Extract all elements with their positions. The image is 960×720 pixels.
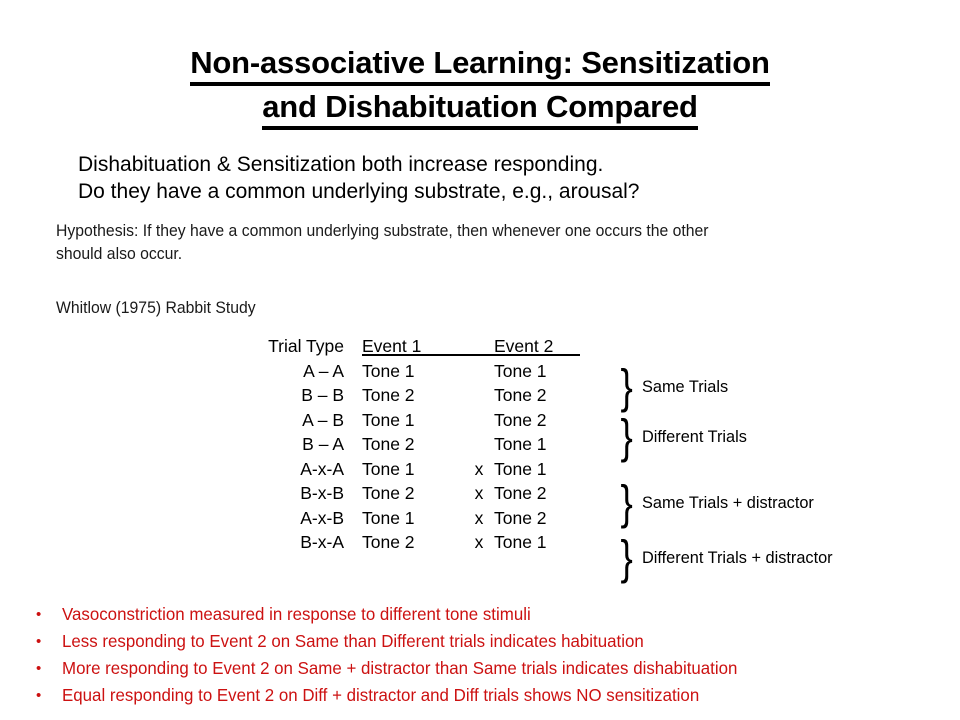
cell-event-1: Tone 1 bbox=[362, 458, 415, 479]
study-citation: Whitlow (1975) Rabbit Study bbox=[56, 299, 256, 317]
bullet-point-icon: • bbox=[36, 687, 42, 704]
cell-event-1: Tone 2 bbox=[362, 532, 415, 552]
brace-group-different-plus-distractor: } Different Trials + distractor bbox=[620, 532, 841, 584]
brace-group-different-trials: } Different Trials bbox=[620, 411, 752, 463]
header-event-1: Event 1 bbox=[362, 334, 464, 359]
cell-event-1: Tone 2 bbox=[362, 434, 415, 454]
cell-event-2: Tone 1 bbox=[494, 360, 547, 381]
cell-trial-type: B-x-A bbox=[300, 532, 344, 552]
conclusion-bullet-list: • Vasoconstriction measured in response t… bbox=[32, 601, 957, 709]
brace-group-same-plus-distractor: } Same Trials + distractor bbox=[620, 477, 821, 529]
title-line-1-text: Non-associative Learning: Sensitization bbox=[190, 45, 770, 86]
brace-label-1: Different Trials bbox=[642, 427, 748, 446]
curly-brace-icon: } bbox=[620, 532, 633, 584]
bullet-point-icon: • bbox=[36, 606, 42, 623]
list-item: • Vasoconstriction measured in response t… bbox=[32, 601, 957, 628]
trial-table-head: Trial Type Event 1 Event 2 bbox=[232, 334, 580, 359]
cell-distractor: x bbox=[474, 507, 484, 528]
cell-distractor bbox=[464, 432, 494, 457]
list-item: • Less responding to Event 2 on Same than… bbox=[32, 628, 957, 655]
table-row: A – A Tone 1 Tone 1 bbox=[232, 359, 580, 384]
cell-trial-type: A – A bbox=[303, 360, 344, 381]
table-row: B-x-B Tone 2 x Tone 2 bbox=[232, 481, 580, 506]
intro-line-2: Do they have a common underlying substra… bbox=[78, 180, 640, 203]
intro-line-1: Dishabituation & Sensitization both incr… bbox=[78, 153, 604, 176]
brace-label-3: Different Trials + distractor bbox=[642, 548, 833, 567]
table-row: B – A Tone 2 Tone 1 bbox=[232, 432, 580, 457]
cell-event-1: Tone 1 bbox=[362, 360, 415, 381]
cell-event-2: Tone 2 bbox=[494, 385, 547, 405]
brace-label-0: Same Trials bbox=[642, 377, 729, 396]
cell-distractor: x bbox=[474, 458, 484, 479]
cell-trial-type: A-x-B bbox=[300, 507, 344, 528]
cell-trial-type: B-x-B bbox=[300, 483, 344, 503]
cell-distractor bbox=[464, 383, 494, 408]
header-x-spacer bbox=[464, 334, 494, 359]
cell-event-2: Tone 1 bbox=[494, 434, 547, 454]
hypothesis-line-2: should also occur. bbox=[56, 245, 183, 263]
table-row: A-x-B Tone 1 x Tone 2 bbox=[232, 506, 580, 531]
trial-table: Trial Type Event 1 Event 2 A – A Tone 1 To… bbox=[232, 334, 580, 555]
hypothesis-text: Hypothesis: If they have a common underl… bbox=[56, 220, 875, 266]
curly-brace-icon: } bbox=[620, 361, 633, 413]
trial-table-body: A – A Tone 1 Tone 1 B – B Tone 2 Tone 2 A – B T… bbox=[232, 359, 580, 555]
cell-distractor: x bbox=[474, 532, 484, 552]
cell-event-2: Tone 2 bbox=[494, 483, 547, 503]
header-event-2: Event 2 bbox=[494, 334, 580, 359]
slide-canvas: Non-associative Learning: Sensitization … bbox=[0, 0, 960, 720]
cell-trial-type: B – A bbox=[302, 434, 344, 454]
table-row: A – B Tone 1 Tone 2 bbox=[232, 408, 580, 433]
header-trial-type: Trial Type bbox=[268, 336, 344, 356]
cell-event-1: Tone 2 bbox=[362, 483, 415, 503]
cell-distractor bbox=[464, 359, 494, 384]
bullet-point-icon: • bbox=[36, 633, 42, 650]
cell-event-2: Tone 1 bbox=[494, 532, 547, 552]
page-title: Non-associative Learning: Sensitization … bbox=[0, 42, 960, 130]
cell-event-2: Tone 2 bbox=[494, 409, 547, 430]
cell-event-1: Tone 1 bbox=[362, 409, 415, 430]
title-line-2-text: and Dishabituation Compared bbox=[262, 89, 698, 130]
cell-event-1: Tone 2 bbox=[362, 385, 415, 405]
cell-trial-type: B – B bbox=[301, 385, 344, 405]
brace-annotations: } Same Trials } Different Trials } Same … bbox=[620, 360, 960, 585]
curly-brace-icon: } bbox=[620, 477, 633, 529]
table-row: A-x-A Tone 1 x Tone 1 bbox=[232, 457, 580, 482]
bullet-point-icon: • bbox=[36, 660, 42, 677]
cell-event-1: Tone 1 bbox=[362, 507, 415, 528]
list-item: • Equal responding to Event 2 on Diff + d… bbox=[32, 682, 957, 709]
table-row: B – B Tone 2 Tone 2 bbox=[232, 383, 580, 408]
trial-table-grid: Trial Type Event 1 Event 2 A – A Tone 1 To… bbox=[232, 334, 580, 555]
cell-event-2: Tone 1 bbox=[494, 458, 547, 479]
cell-trial-type: A – B bbox=[302, 409, 344, 430]
cell-event-2: Tone 2 bbox=[494, 507, 547, 528]
list-item: • More responding to Event 2 on Same + di… bbox=[32, 655, 957, 682]
title-line-1: Non-associative Learning: Sensitization bbox=[0, 42, 960, 86]
bullet-text: Equal responding to Event 2 on Diff + di… bbox=[62, 685, 700, 705]
title-line-2: and Dishabituation Compared bbox=[0, 86, 960, 130]
curly-brace-icon: } bbox=[620, 411, 633, 463]
cell-distractor bbox=[464, 408, 494, 433]
table-row: B-x-A Tone 2 x Tone 1 bbox=[232, 530, 580, 555]
table-header-row: Trial Type Event 1 Event 2 bbox=[232, 334, 580, 359]
bullet-text: Vasoconstriction measured in response to… bbox=[62, 604, 531, 624]
brace-group-same-trials: } Same Trials bbox=[620, 361, 732, 413]
cell-trial-type: A-x-A bbox=[300, 458, 344, 479]
brace-label-2: Same Trials + distractor bbox=[642, 493, 815, 512]
bullet-text: Less responding to Event 2 on Same than … bbox=[62, 631, 644, 651]
bullet-text: More responding to Event 2 on Same + dis… bbox=[62, 658, 738, 678]
hypothesis-line-1: Hypothesis: If they have a common underl… bbox=[56, 222, 709, 240]
cell-distractor: x bbox=[474, 483, 484, 503]
intro-text: Dishabituation & Sensitization both incr… bbox=[78, 151, 908, 205]
